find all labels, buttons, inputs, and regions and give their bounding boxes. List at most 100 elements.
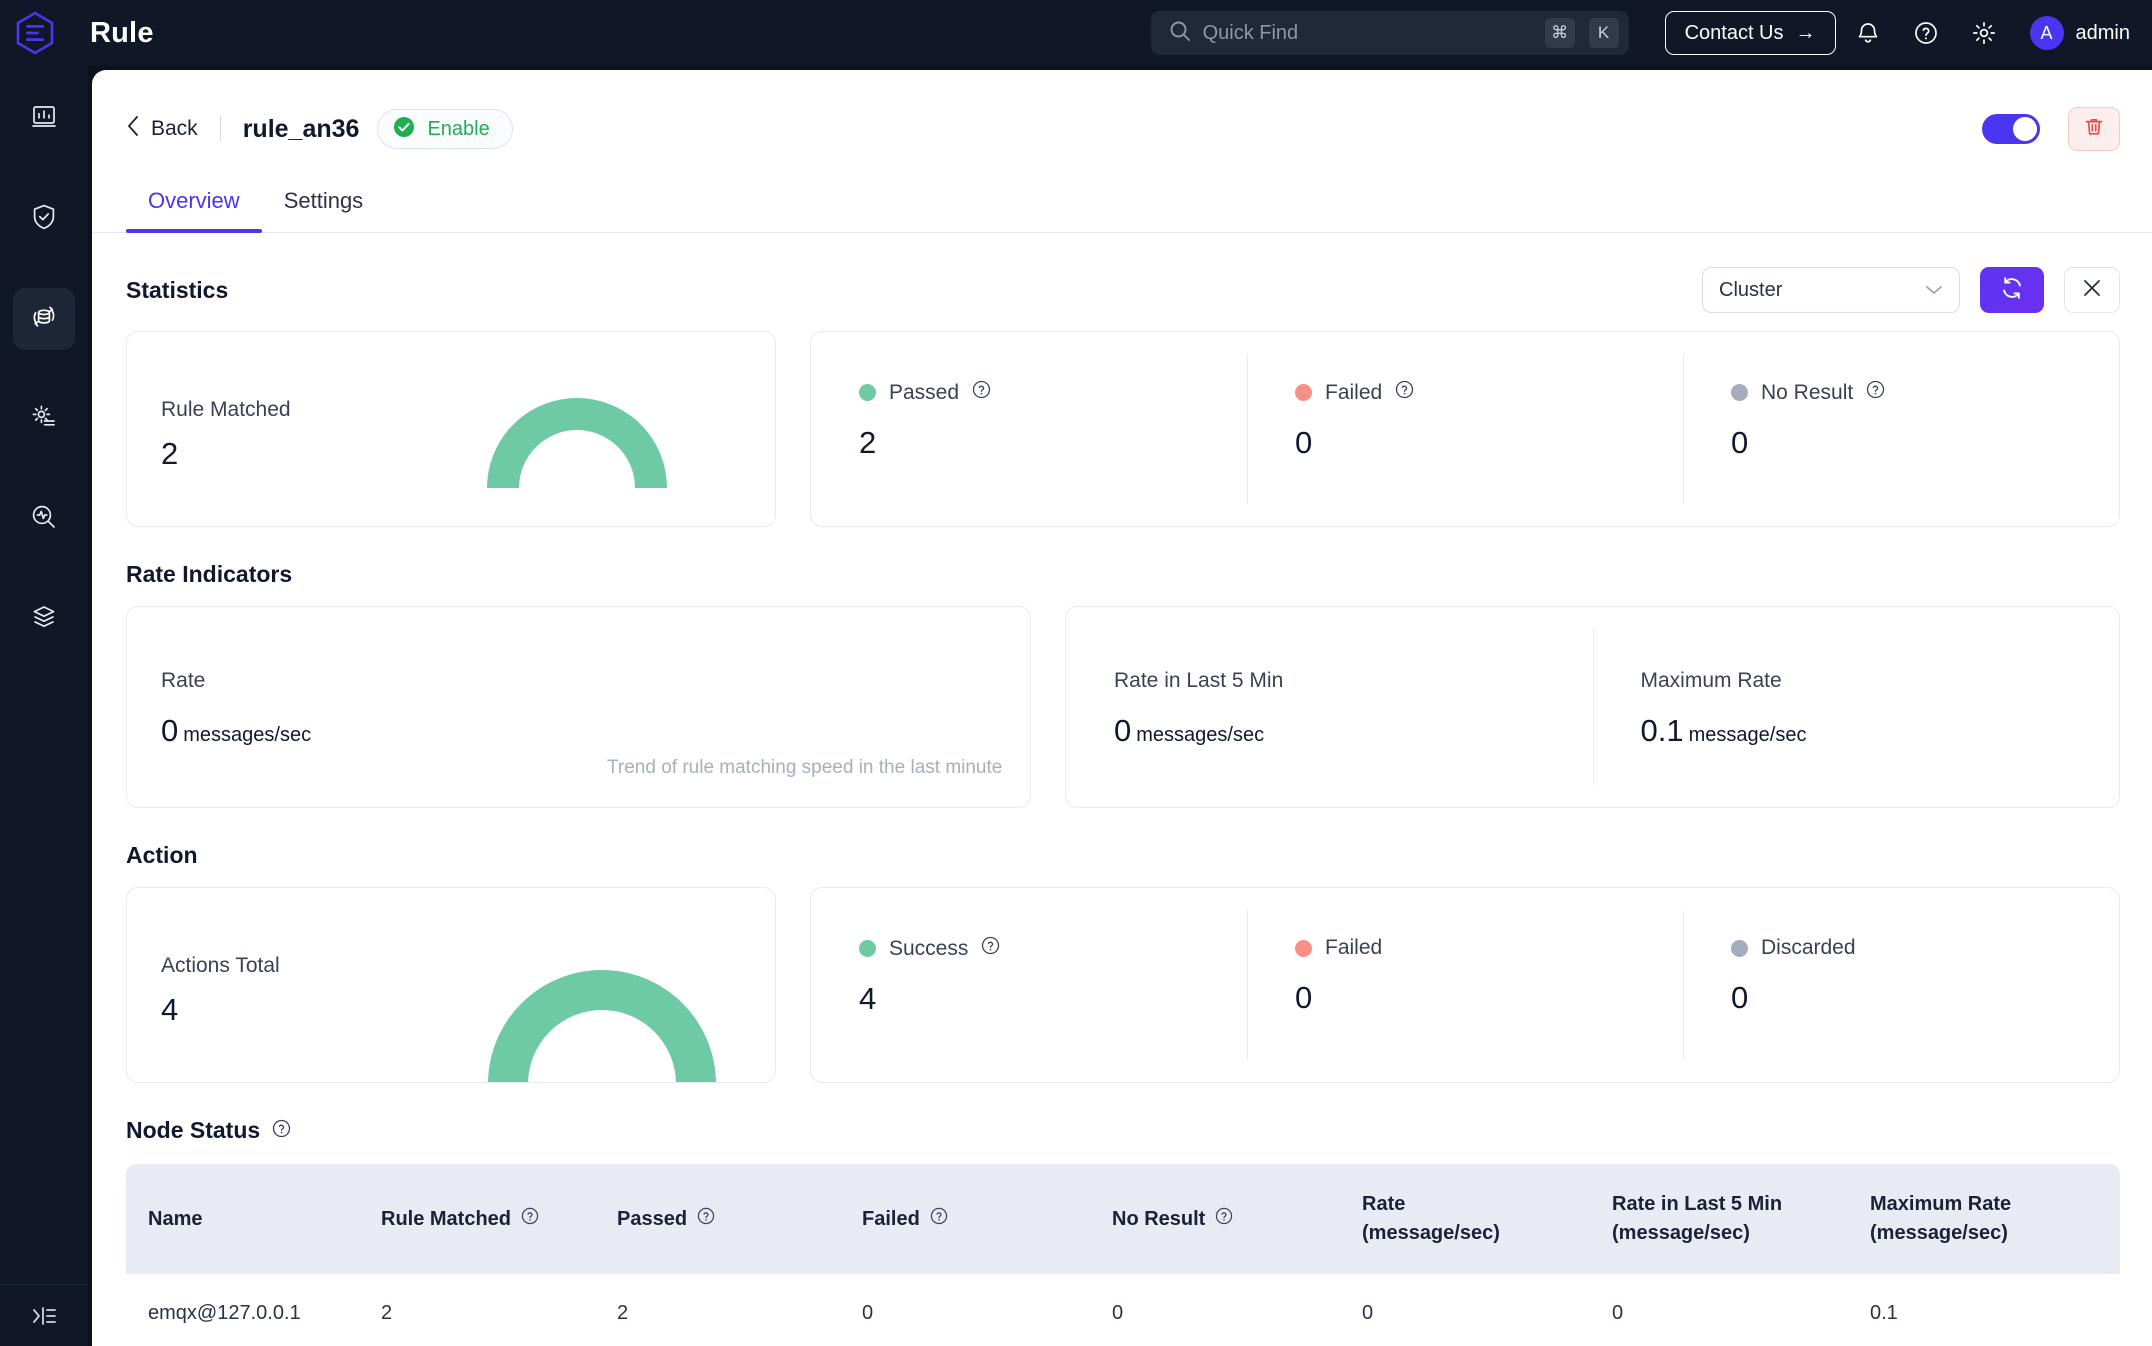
question-circle-icon[interactable] — [697, 1207, 715, 1231]
action-label-row: Failed — [1295, 936, 1683, 960]
cell-name: emqx@127.0.0.1 — [126, 1274, 381, 1346]
data-integration-icon — [28, 301, 60, 338]
action-value: 4 — [859, 981, 1247, 1017]
close-icon — [2081, 277, 2103, 304]
sidebar-item-integration[interactable] — [13, 288, 75, 350]
cell-failed: 0 — [862, 1274, 1112, 1346]
chevron-left-icon — [126, 115, 140, 143]
refresh-button[interactable] — [1980, 267, 2044, 313]
rule-matched-card: Rule Matched 2 — [126, 331, 776, 527]
arrow-right-icon: → — [1796, 22, 1816, 45]
status-dot-passed — [859, 384, 876, 401]
rate-cell-last-5-min: Rate in Last 5 Min 0 messages/sec — [1066, 607, 1593, 807]
question-circle-icon[interactable] — [1900, 7, 1952, 59]
column-label: No Result — [1112, 1208, 1205, 1231]
username-label[interactable]: admin — [2076, 22, 2130, 45]
sidebar-item-access-control[interactable] — [13, 188, 75, 250]
stat-label: No Result — [1761, 381, 1853, 405]
collapse-sidebar-icon[interactable] — [0, 1284, 88, 1346]
cell-rate: 0 — [1362, 1274, 1612, 1346]
column-sublabel: (message/sec) — [1362, 1219, 1612, 1248]
rule-matched-gauge-arc — [487, 384, 667, 488]
cell-no-result: 0 — [1112, 1274, 1362, 1346]
column-label: Maximum Rate — [1870, 1190, 2120, 1219]
content-panel: Back rule_an36 Enable — [92, 70, 2152, 1346]
top-bar: Rule Quick Find ⌘ K Contact Us → — [0, 0, 2152, 66]
rule-matched-value: 2 — [127, 422, 775, 472]
question-circle-icon[interactable] — [1395, 380, 1414, 405]
node-status-label: Node Status — [126, 1117, 260, 1144]
shield-check-icon — [29, 202, 59, 237]
sidebar-item-dashboard[interactable] — [13, 88, 75, 150]
back-button[interactable]: Back — [126, 115, 198, 143]
stat-cell-passed: Passed 2 — [811, 332, 1247, 526]
column-label: Failed — [862, 1208, 920, 1231]
sidebar-item-diagnose[interactable] — [13, 488, 75, 550]
rate-indicator-cards: Rate 0 messages/sec Trend of rule matchi… — [92, 606, 2152, 808]
column-passed: Passed — [617, 1164, 862, 1274]
question-circle-icon[interactable] — [981, 936, 1000, 961]
sidebar-item-management[interactable] — [13, 588, 75, 650]
column-name: Name — [126, 1164, 381, 1274]
table-row[interactable]: emqx@127.0.0.1 2 2 0 0 0 0 0.1 — [126, 1274, 2120, 1346]
cluster-select-value: Cluster — [1719, 279, 1782, 302]
node-status-table-wrapper: Name Rule Matched Passed — [92, 1164, 2152, 1346]
avatar[interactable]: A — [2030, 16, 2064, 50]
question-circle-icon[interactable] — [272, 1117, 291, 1144]
delete-rule-button[interactable] — [2068, 107, 2120, 151]
kbd-command: ⌘ — [1545, 18, 1575, 48]
cell-rule-matched: 2 — [381, 1274, 617, 1346]
hexagon-rule-logo-icon[interactable] — [12, 10, 58, 56]
node-status-table: Name Rule Matched Passed — [126, 1164, 2120, 1346]
gear-config-icon — [29, 402, 59, 437]
column-label: Rate — [1362, 1190, 1612, 1219]
rate-cell-unit: message/sec — [1689, 724, 1807, 747]
close-button[interactable] — [2064, 267, 2120, 313]
stat-value: 2 — [859, 425, 1247, 461]
rate-trend-text: Trend of rule matching speed in the last… — [607, 757, 1002, 779]
question-circle-icon[interactable] — [972, 380, 991, 405]
action-title: Action — [126, 842, 2152, 869]
stat-label-row: Failed — [1295, 380, 1683, 405]
actions-total-card: Actions Total 4 — [126, 887, 776, 1083]
action-label: Discarded — [1761, 936, 1856, 960]
topbar-actions: Quick Find ⌘ K Contact Us → — [1151, 7, 2152, 59]
rule-matched-label: Rule Matched — [127, 332, 775, 422]
action-label-row: Success — [859, 936, 1247, 961]
cell-rate-last-5-min: 0 — [1612, 1274, 1870, 1346]
cluster-select[interactable]: Cluster — [1702, 267, 1960, 313]
stat-cell-failed: Failed 0 — [1247, 332, 1683, 526]
column-rate-last-5-min: Rate in Last 5 Min (message/sec) — [1612, 1164, 1870, 1274]
enable-toggle[interactable] — [1982, 114, 2040, 144]
rate-cell-label: Rate in Last 5 Min — [1114, 669, 1593, 693]
question-circle-icon[interactable] — [1215, 1207, 1233, 1231]
rate-cell-value: 0.1 — [1641, 713, 1684, 749]
sidebar-item-configuration[interactable] — [13, 388, 75, 450]
question-circle-icon[interactable] — [930, 1207, 948, 1231]
question-circle-icon[interactable] — [1866, 380, 1885, 405]
contact-us-button[interactable]: Contact Us → — [1665, 11, 1836, 55]
stat-label: Passed — [889, 381, 959, 405]
column-label: Rate in Last 5 Min — [1612, 1190, 1870, 1219]
status-dot-success — [859, 940, 876, 957]
rate-cell-value-row: 0.1 message/sec — [1641, 693, 2120, 749]
action-value: 0 — [1295, 980, 1683, 1016]
gear-icon[interactable] — [1958, 7, 2010, 59]
search-icon — [1169, 20, 1191, 47]
search-placeholder: Quick Find — [1203, 22, 1531, 45]
tab-settings[interactable]: Settings — [262, 182, 386, 232]
contact-us-label: Contact Us — [1685, 22, 1784, 45]
dashboard-chart-icon — [29, 102, 59, 137]
layers-stack-icon — [29, 602, 59, 637]
question-circle-icon[interactable] — [521, 1207, 539, 1231]
tab-overview[interactable]: Overview — [126, 182, 262, 232]
statistics-title: Statistics — [126, 277, 228, 304]
rate-card: Rate 0 messages/sec Trend of rule matchi… — [126, 606, 1031, 808]
search-input[interactable]: Quick Find ⌘ K — [1151, 11, 1629, 55]
bell-icon[interactable] — [1842, 7, 1894, 59]
action-label-row: Discarded — [1731, 936, 2119, 960]
column-rule-matched: Rule Matched — [381, 1164, 617, 1274]
column-label: Name — [148, 1208, 202, 1231]
rate-breakdown-card: Rate in Last 5 Min 0 messages/sec Maximu… — [1065, 606, 2120, 808]
rate-indicators-title: Rate Indicators — [126, 561, 2152, 588]
